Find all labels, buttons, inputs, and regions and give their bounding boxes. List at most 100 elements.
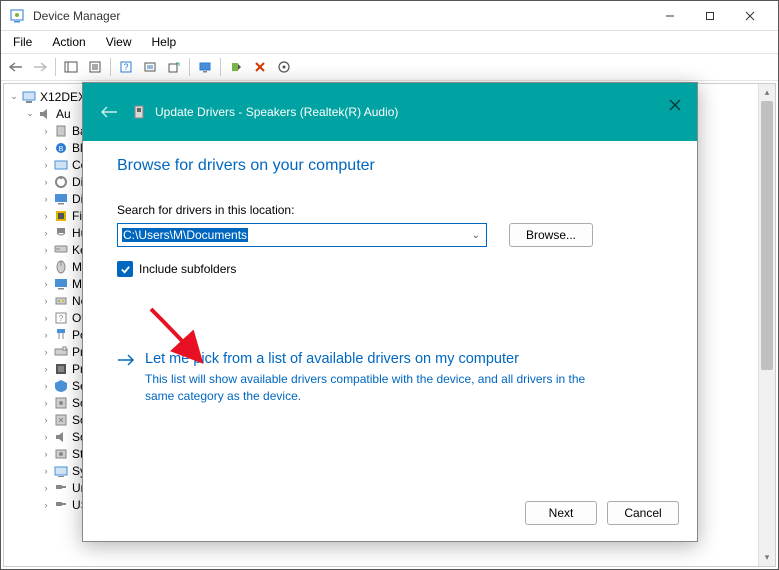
svg-text:?: ? xyxy=(59,314,64,323)
uninstall-icon[interactable] xyxy=(249,56,271,78)
show-hidden-icon[interactable] xyxy=(60,56,82,78)
enable-icon[interactable] xyxy=(225,56,247,78)
next-button[interactable]: Next xyxy=(525,501,597,525)
help-icon[interactable]: ? xyxy=(115,56,137,78)
expander-icon[interactable]: › xyxy=(40,245,52,255)
browse-button[interactable]: Browse... xyxy=(509,223,593,247)
tree-root-label: X12DEX xyxy=(40,90,86,104)
category-icon xyxy=(53,446,69,462)
menu-view[interactable]: View xyxy=(98,33,140,51)
expander-icon[interactable]: ⌄ xyxy=(8,91,20,102)
search-location-label: Search for drivers in this location: xyxy=(117,203,663,217)
expander-icon[interactable]: › xyxy=(40,381,52,391)
close-button[interactable] xyxy=(730,2,770,30)
svg-text:?: ? xyxy=(123,62,128,72)
location-value: C:\Users\M\Documents xyxy=(122,228,248,242)
expander-icon[interactable]: › xyxy=(40,228,52,238)
expander-icon[interactable]: › xyxy=(40,296,52,306)
scroll-thumb[interactable] xyxy=(761,101,773,370)
dialog-titlebar: Update Drivers - Speakers (Realtek(R) Au… xyxy=(83,83,697,141)
category-icon xyxy=(53,395,69,411)
category-icon xyxy=(53,225,69,241)
expander-icon[interactable]: › xyxy=(40,500,52,510)
expander-icon[interactable]: › xyxy=(40,415,52,425)
titlebar: Device Manager xyxy=(1,1,778,31)
category-icon xyxy=(53,191,69,207)
app-icon xyxy=(9,8,25,24)
category-icon xyxy=(53,174,69,190)
category-icon xyxy=(53,412,69,428)
pick-title: Let me pick from a list of available dri… xyxy=(145,351,595,367)
svg-text:B: B xyxy=(59,146,64,153)
expander-icon[interactable]: › xyxy=(40,262,52,272)
expander-icon[interactable]: › xyxy=(40,211,52,221)
let-me-pick-option[interactable]: Let me pick from a list of available dri… xyxy=(117,351,663,405)
category-icon xyxy=(53,157,69,173)
category-icon xyxy=(53,361,69,377)
category-icon xyxy=(53,208,69,224)
expander-icon[interactable]: › xyxy=(40,143,52,153)
menu-file[interactable]: File xyxy=(5,33,40,51)
chevron-down-icon[interactable]: ⌄ xyxy=(472,230,480,241)
toolbar: ? xyxy=(1,53,778,81)
update-icon[interactable] xyxy=(163,56,185,78)
category-icon xyxy=(53,497,69,513)
cancel-button[interactable]: Cancel xyxy=(607,501,679,525)
expander-icon[interactable]: › xyxy=(40,347,52,357)
scroll-down-icon[interactable]: ▾ xyxy=(759,549,775,566)
expander-icon[interactable]: › xyxy=(40,449,52,459)
audio-icon xyxy=(37,106,53,122)
category-icon xyxy=(53,259,69,275)
scroll-up-icon[interactable]: ▴ xyxy=(759,84,775,101)
expander-icon[interactable]: › xyxy=(40,160,52,170)
include-subfolders-label: Include subfolders xyxy=(139,262,236,276)
arrow-right-icon xyxy=(117,351,135,405)
expander-icon[interactable]: › xyxy=(40,466,52,476)
dialog-back-button[interactable] xyxy=(97,100,121,124)
dialog-heading: Browse for drivers on your computer xyxy=(117,157,663,175)
category-icon xyxy=(53,327,69,343)
category-icon xyxy=(53,344,69,360)
expander-icon[interactable]: › xyxy=(40,126,52,136)
update-drivers-dialog: Update Drivers - Speakers (Realtek(R) Au… xyxy=(82,82,698,542)
include-subfolders-checkbox[interactable] xyxy=(117,261,133,277)
dialog-close-button[interactable] xyxy=(663,93,687,117)
expander-icon[interactable]: › xyxy=(40,432,52,442)
location-combobox[interactable]: C:\Users\M\Documents ⌄ xyxy=(117,223,487,247)
dialog-title: Update Drivers - Speakers (Realtek(R) Au… xyxy=(155,105,398,119)
scan-icon[interactable] xyxy=(139,56,161,78)
maximize-button[interactable] xyxy=(690,2,730,30)
expander-icon[interactable]: › xyxy=(40,279,52,289)
expander-icon[interactable]: ⌄ xyxy=(24,108,36,119)
category-icon xyxy=(53,123,69,139)
monitor-icon[interactable] xyxy=(194,56,216,78)
driver-icon xyxy=(131,104,147,120)
dialog-footer: Next Cancel xyxy=(83,491,697,541)
minimize-button[interactable] xyxy=(650,2,690,30)
window-title: Device Manager xyxy=(33,9,650,23)
category-icon xyxy=(53,293,69,309)
back-button[interactable] xyxy=(5,56,27,78)
category-icon xyxy=(53,276,69,292)
category-icon xyxy=(53,429,69,445)
expander-icon[interactable]: › xyxy=(40,177,52,187)
pick-description: This list will show available drivers co… xyxy=(145,371,595,405)
expander-icon[interactable]: › xyxy=(40,398,52,408)
properties-icon[interactable] xyxy=(84,56,106,78)
menu-help[interactable]: Help xyxy=(144,33,185,51)
expander-icon[interactable]: › xyxy=(40,330,52,340)
category-icon: ? xyxy=(53,310,69,326)
vertical-scrollbar[interactable]: ▴ ▾ xyxy=(758,84,775,566)
scan-hardware-icon[interactable] xyxy=(273,56,295,78)
computer-icon xyxy=(21,89,37,105)
category-icon xyxy=(53,378,69,394)
menu-action[interactable]: Action xyxy=(44,33,93,51)
expander-icon[interactable]: › xyxy=(40,194,52,204)
expander-icon[interactable]: › xyxy=(40,364,52,374)
category-icon xyxy=(53,480,69,496)
expander-icon[interactable]: › xyxy=(40,313,52,323)
category-icon: B xyxy=(53,140,69,156)
forward-button[interactable] xyxy=(29,56,51,78)
category-icon xyxy=(53,463,69,479)
expander-icon[interactable]: › xyxy=(40,483,52,493)
